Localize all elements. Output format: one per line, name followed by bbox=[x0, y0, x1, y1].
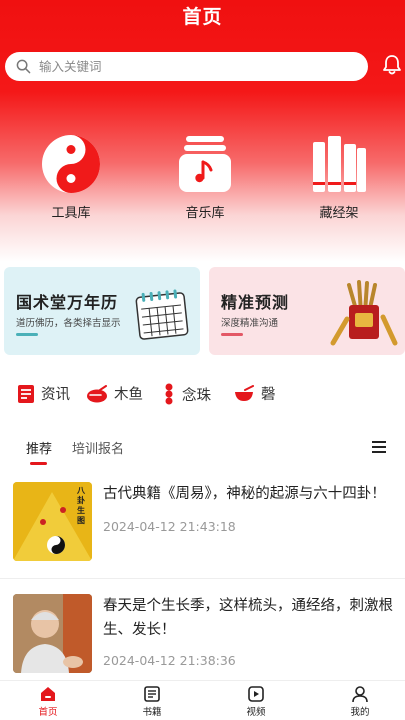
home-icon bbox=[41, 687, 55, 701]
calendar-icon bbox=[135, 289, 189, 340]
divider bbox=[0, 578, 405, 579]
search-bar[interactable] bbox=[5, 52, 368, 81]
quick-link-label: 念珠 bbox=[182, 387, 211, 404]
chime-bowl-icon bbox=[235, 384, 254, 401]
prayer-beads-icon bbox=[165, 383, 173, 405]
quick-link-label: 资讯 bbox=[41, 387, 70, 403]
page-title: 首页 bbox=[182, 6, 223, 28]
article-timestamp: 2024-04-12 21:38:36 bbox=[103, 653, 236, 668]
tabbar-label: 书籍 bbox=[142, 707, 162, 718]
tabbar-books[interactable]: 书籍 bbox=[122, 685, 182, 718]
elderly-man-photo bbox=[13, 594, 92, 673]
category-label: 音乐库 bbox=[185, 206, 225, 221]
divination-sticks-icon bbox=[330, 280, 398, 346]
wooden-fish-icon bbox=[87, 384, 107, 402]
article-thumbnail: 八卦生图 bbox=[13, 482, 92, 561]
banner-title: 国术堂万年历 bbox=[16, 293, 119, 312]
tabbar-label: 视频 bbox=[246, 707, 266, 718]
category-music-library[interactable]: 音乐库 bbox=[155, 134, 255, 221]
banner-calendar[interactable]: 国术堂万年历 道历佛历，各类择吉显示 bbox=[4, 267, 200, 355]
thumbnail-text: 八卦生图 bbox=[77, 486, 85, 525]
news-icon bbox=[18, 384, 34, 403]
tab-recommended[interactable]: 推荐 bbox=[26, 438, 52, 457]
music-jar-icon bbox=[179, 136, 231, 192]
banner-title: 精准预测 bbox=[221, 293, 290, 312]
banner-subtitle: 道历佛历，各类择吉显示 bbox=[16, 318, 121, 329]
tabbar-profile[interactable]: 我的 bbox=[330, 685, 390, 718]
yin-yang-icon bbox=[42, 135, 100, 193]
search-input[interactable] bbox=[39, 59, 339, 74]
hero-header bbox=[0, 0, 405, 262]
banner-prediction[interactable]: 精准预测 深度精准沟通 bbox=[209, 267, 405, 355]
quick-link-news[interactable]: 资讯 bbox=[17, 383, 70, 404]
search-icon bbox=[16, 59, 31, 74]
active-tab-indicator bbox=[30, 462, 47, 465]
tabbar-label: 首页 bbox=[38, 707, 58, 718]
article-title: 春天是个生长季，这样梳头，通经络，刺激根生、发长！ bbox=[103, 598, 393, 638]
banner-accent-bar bbox=[221, 333, 243, 336]
content-tabs: 推荐 培训报名 bbox=[0, 438, 405, 468]
menu-icon[interactable] bbox=[371, 440, 387, 454]
category-scripture-shelf[interactable]: 藏经架 bbox=[289, 134, 389, 221]
banner-accent-bar bbox=[16, 333, 38, 336]
article-item[interactable]: 八卦生图 古代典籍《周易》，神秘的起源与六十四卦！ 2024-04-12 21:… bbox=[0, 478, 405, 573]
bell-icon[interactable] bbox=[382, 54, 402, 76]
quick-link-wooden-fish[interactable]: 木鱼 bbox=[86, 383, 143, 404]
quick-link-chime[interactable]: 磬 bbox=[233, 383, 276, 404]
quick-link-label: 木鱼 bbox=[114, 387, 143, 403]
article-timestamp: 2024-04-12 21:43:18 bbox=[103, 519, 236, 534]
tab-training-signup[interactable]: 培训报名 bbox=[72, 438, 124, 457]
category-label: 工具库 bbox=[51, 206, 91, 221]
user-icon bbox=[352, 686, 368, 703]
article-title: 古代典籍《周易》，神秘的起源与六十四卦！ bbox=[103, 486, 386, 502]
article-thumbnail bbox=[13, 594, 92, 673]
tabbar-video[interactable]: 视频 bbox=[226, 685, 286, 718]
video-icon bbox=[248, 686, 264, 702]
quick-link-label: 磬 bbox=[261, 387, 276, 403]
tabbar-home[interactable]: 首页 bbox=[18, 685, 78, 718]
bottom-tab-bar: 首页 书籍 视频 我的 bbox=[0, 680, 405, 720]
scripture-books-icon bbox=[313, 136, 366, 192]
category-tool-library[interactable]: 工具库 bbox=[21, 134, 121, 221]
banner-subtitle: 深度精准沟通 bbox=[221, 318, 279, 329]
book-icon bbox=[144, 686, 160, 702]
category-label: 藏经架 bbox=[319, 206, 359, 221]
tabbar-label: 我的 bbox=[350, 707, 370, 718]
quick-link-prayer-beads[interactable]: 念珠 bbox=[162, 383, 211, 405]
article-item[interactable]: 春天是个生长季，这样梳头，通经络，刺激根生、发长！ 2024-04-12 21:… bbox=[0, 590, 405, 675]
